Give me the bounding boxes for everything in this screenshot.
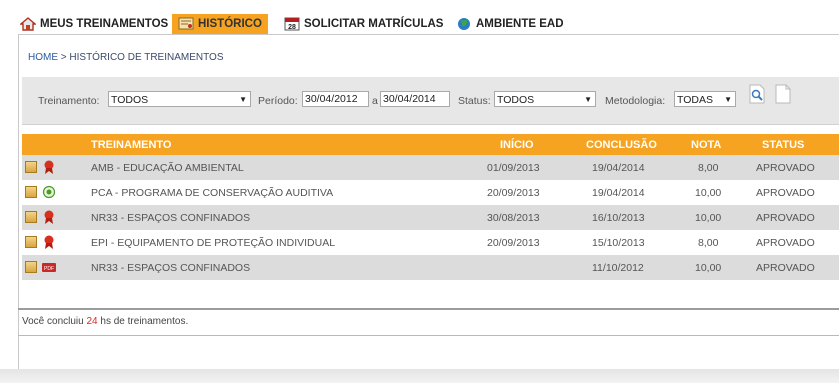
search-button[interactable] (748, 83, 766, 105)
nav-label: MEUS TREINAMENTOS (40, 18, 169, 30)
nav-label: HISTÓRICO (198, 18, 262, 30)
nav-ambiente-ead[interactable]: AMBIENTE EAD (456, 14, 564, 34)
summary-suffix: hs de treinamentos. (100, 316, 189, 327)
cell-treinamento: EPI - EQUIPAMENTO DE PROTEÇÃO INDIVIDUAL (91, 237, 336, 249)
cell-conclusao: 19/04/2014 (592, 187, 645, 199)
top-nav: MEUS TREINAMENTOS HISTÓRICO 28 SOLICITAR… (18, 14, 839, 35)
folder-icon[interactable] (25, 236, 37, 248)
treinamento-value: TODOS (111, 94, 149, 106)
periodo-to-input[interactable]: 30/04/2014 (380, 91, 450, 107)
folder-icon[interactable] (25, 211, 37, 223)
cell-status: APROVADO (756, 162, 815, 174)
treinamento-select[interactable]: TODOS ▼ (108, 91, 251, 107)
target-icon[interactable] (42, 184, 56, 200)
cell-treinamento: NR33 - ESPAÇOS CONFINADOS (91, 212, 251, 224)
nav-label: AMBIENTE EAD (476, 18, 564, 30)
ribbon-icon[interactable] (42, 159, 56, 175)
breadcrumb-separator: > (60, 52, 67, 63)
folder-icon[interactable] (25, 186, 37, 198)
periodo-from-input[interactable]: 30/04/2012 (302, 91, 369, 107)
cell-nota: 8,00 (698, 237, 719, 249)
periodo-separator: a (372, 95, 378, 107)
nav-meus-treinamentos[interactable]: MEUS TREINAMENTOS (19, 14, 169, 34)
cell-nota: 10,00 (695, 262, 722, 274)
folder-icon[interactable] (25, 161, 37, 173)
table-row[interactable]: PCA - PROGRAMA DE CONSERVAÇÃO AUDITIVA 2… (22, 180, 839, 205)
cell-inicio: 30/08/2013 (487, 212, 540, 224)
cell-status: APROVADO (756, 212, 815, 224)
content-border (18, 34, 19, 383)
magnifier-icon (749, 84, 765, 104)
periodo-to-value: 30/04/2014 (383, 93, 436, 105)
nav-historico[interactable]: HISTÓRICO (172, 14, 268, 34)
breadcrumb-home[interactable]: HOME (28, 52, 58, 63)
col-nota[interactable]: NOTA (691, 139, 721, 151)
summary-hours: 24 (86, 316, 98, 327)
cell-status: APROVADO (756, 262, 815, 274)
cell-status: APROVADO (756, 237, 815, 249)
col-inicio[interactable]: INÍCIO (500, 139, 534, 151)
nav-solicitar-matriculas[interactable]: 28 SOLICITAR MATRÍCULAS (284, 14, 443, 34)
chevron-down-icon: ▼ (584, 95, 592, 104)
breadcrumb-current: HISTÓRICO DE TREINAMENTOS (69, 52, 224, 63)
cell-conclusao: 16/10/2013 (592, 212, 645, 224)
chevron-down-icon: ▼ (724, 95, 732, 104)
globe-icon (456, 17, 472, 31)
filter-panel: Treinamento: TODOS ▼ Período: 30/04/2012… (22, 77, 839, 125)
pdf-icon[interactable]: PDF (42, 259, 56, 275)
cell-status: APROVADO (756, 187, 815, 199)
table-row[interactable]: AMB - EDUCAÇÃO AMBIENTAL 01/09/2013 19/0… (22, 155, 839, 180)
cell-conclusao: 19/04/2014 (592, 162, 645, 174)
calendar-icon: 28 (284, 17, 300, 31)
table-row[interactable]: NR33 - ESPAÇOS CONFINADOS 30/08/2013 16/… (22, 205, 839, 230)
cell-nota: 10,00 (695, 212, 722, 224)
table-header: TREINAMENTO INÍCIO CONCLUSÃO NOTA STATUS (22, 134, 839, 155)
ribbon-icon[interactable] (42, 209, 56, 225)
cell-conclusao: 15/10/2013 (592, 237, 645, 249)
cell-treinamento: AMB - EDUCAÇÃO AMBIENTAL (91, 162, 244, 174)
nav-label: SOLICITAR MATRÍCULAS (304, 18, 444, 30)
status-label: Status: (458, 95, 491, 107)
summary-bottom-divider (18, 335, 839, 336)
periodo-from-value: 30/04/2012 (305, 93, 358, 105)
clear-button[interactable] (774, 83, 792, 105)
page-frame: MEUS TREINAMENTOS HISTÓRICO 28 SOLICITAR… (0, 0, 839, 383)
status-value: TODOS (497, 94, 535, 106)
metodologia-select[interactable]: TODAS ▼ (674, 91, 736, 107)
breadcrumb: HOME > HISTÓRICO DE TREINAMENTOS (28, 52, 224, 63)
svg-text:PDF: PDF (44, 266, 54, 272)
svg-text:28: 28 (288, 24, 296, 31)
col-treinamento[interactable]: TREINAMENTO (91, 139, 171, 151)
periodo-label: Período: (258, 95, 298, 107)
col-conclusao[interactable]: CONCLUSÃO (586, 139, 657, 151)
history-table: TREINAMENTO INÍCIO CONCLUSÃO NOTA STATUS… (22, 134, 839, 280)
summary-divider (18, 308, 839, 310)
certificate-icon (178, 17, 194, 31)
folder-icon[interactable] (25, 261, 37, 273)
cell-inicio: 20/09/2013 (487, 187, 540, 199)
blank-page-icon (775, 84, 791, 104)
col-status[interactable]: STATUS (762, 139, 804, 151)
ribbon-icon[interactable] (42, 234, 56, 250)
bottom-bar (0, 369, 839, 383)
chevron-down-icon: ▼ (239, 95, 247, 104)
summary-prefix: Você concluiu (22, 316, 84, 327)
metodologia-value: TODAS (677, 94, 713, 106)
home-icon (19, 17, 37, 31)
cell-nota: 10,00 (695, 187, 722, 199)
cell-inicio: 01/09/2013 (487, 162, 540, 174)
treinamento-label: Treinamento: (38, 95, 100, 107)
cell-inicio: 20/09/2013 (487, 237, 540, 249)
cell-treinamento: PCA - PROGRAMA DE CONSERVAÇÃO AUDITIVA (91, 187, 334, 199)
status-select[interactable]: TODOS ▼ (494, 91, 596, 107)
table-row[interactable]: PDF NR33 - ESPAÇOS CONFINADOS 11/10/2012… (22, 255, 839, 280)
summary-text: Você concluiu 24 hs de treinamentos. (22, 316, 188, 327)
cell-nota: 8,00 (698, 162, 719, 174)
cell-conclusao: 11/10/2012 (592, 262, 644, 274)
metodologia-label: Metodologia: (605, 95, 666, 107)
cell-treinamento: NR33 - ESPAÇOS CONFINADOS (91, 262, 251, 274)
table-row[interactable]: EPI - EQUIPAMENTO DE PROTEÇÃO INDIVIDUAL… (22, 230, 839, 255)
